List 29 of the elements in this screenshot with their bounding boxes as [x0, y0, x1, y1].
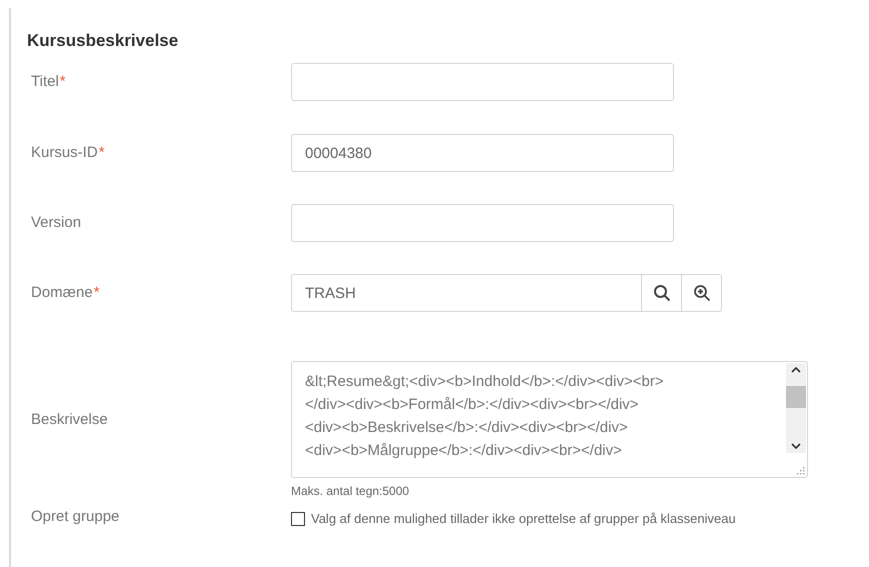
text-area[interactable]: &lt;Resume&gt;<div><b>Indhold</b>:</div><div><br> </div><div><b>Formål</b>:</div><div><br></div> <div><b>Beskrivelse</b>:</div><div><br></div> <div><b>Målgruppe</b>:</div><div><br></div>: [291, 361, 808, 478]
field-label: Titel: [31, 72, 59, 92]
required-mark: *: [94, 282, 100, 303]
text-input[interactable]: 00004380: [291, 134, 674, 172]
search-button[interactable]: [642, 274, 682, 312]
resize-grip-icon[interactable]: [797, 467, 805, 475]
hint-text: Maks. antal tegn:5000: [291, 483, 410, 500]
text-line: <div><b>Målgruppe</b>:</div><div><br></div>: [305, 441, 623, 461]
zoom-in-button[interactable]: [682, 274, 722, 312]
text-line: &lt;Resume&gt;<div><b>Indhold</b>:</div><div><br>: [305, 372, 665, 392]
scrollbar[interactable]: [786, 363, 806, 453]
scrollbar-thumb[interactable]: [786, 386, 806, 408]
field-label: Domæne: [31, 282, 93, 303]
text-line: </div><div><b>Formål</b>:</div><div><br></div>: [305, 395, 640, 415]
field-label: Opret gruppe: [31, 506, 120, 526]
search-icon: [652, 284, 670, 302]
zoom-in-icon: [692, 284, 710, 302]
text-line: <div><b>Beskrivelse</b>:</div><div><br></div>: [305, 418, 629, 438]
text-input[interactable]: [291, 63, 674, 101]
text-input[interactable]: TRASH: [291, 274, 642, 312]
required-mark: *: [60, 72, 66, 92]
section-title: Kursusbeskrivelse: [27, 30, 180, 50]
required-mark: *: [98, 142, 105, 163]
field-label: Beskrivelse: [31, 410, 108, 430]
field-label: Version: [31, 212, 82, 233]
text-input[interactable]: [291, 204, 674, 242]
checkbox[interactable]: [291, 512, 305, 526]
field-label: Kursus-ID: [31, 142, 98, 163]
checkbox-label: Valg af denne mulighed tillader ikke oprettelse af grupper på klasseniveau: [311, 510, 736, 528]
